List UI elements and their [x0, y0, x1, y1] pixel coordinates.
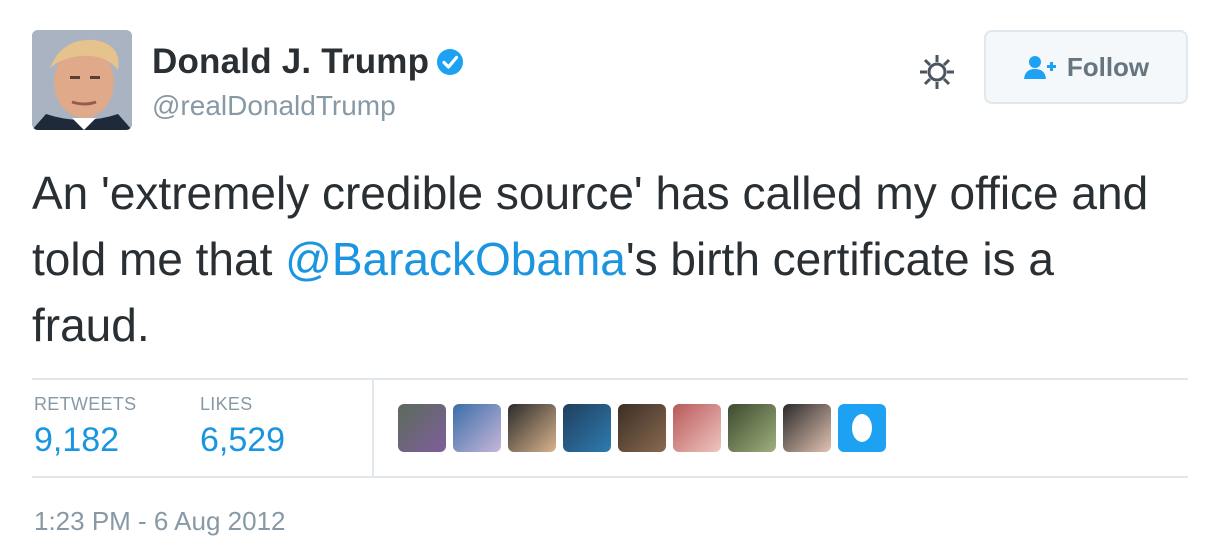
liker-avatar[interactable] [508, 404, 556, 452]
tweet-text: An 'extremely credible source' has calle… [32, 160, 1182, 358]
divider-top [32, 378, 1188, 380]
likes-label: LIKES [200, 394, 253, 414]
display-name[interactable]: Donald J. Trump [152, 42, 429, 82]
liker-avatar[interactable] [673, 404, 721, 452]
liker-avatar[interactable] [728, 404, 776, 452]
divider-bottom [32, 476, 1188, 478]
liker-avatar[interactable] [783, 404, 831, 452]
likes-count: 6,529 [200, 421, 286, 459]
tweet-timestamp[interactable]: 1:23 PM - 6 Aug 2012 [34, 506, 286, 537]
mention-link[interactable]: @BarackObama [285, 233, 626, 285]
liker-avatar[interactable] [398, 404, 446, 452]
retweets-stat[interactable]: RETWEETS 9,182 [34, 394, 136, 460]
likes-stat[interactable]: LIKES 6,529 [200, 394, 285, 460]
stats-divider [372, 380, 374, 476]
user-handle[interactable]: @realDonaldTrump [152, 90, 396, 122]
liker-avatar[interactable] [618, 404, 666, 452]
follow-label: Follow [1066, 51, 1150, 82]
retweets-count: 9,182 [34, 421, 120, 459]
liker-avatar[interactable] [563, 404, 611, 452]
follow-button[interactable]: Follow [984, 30, 1188, 104]
likers-list [398, 404, 886, 452]
name-row: Donald J. Trump [152, 42, 465, 82]
retweets-label: RETWEETS [34, 394, 137, 414]
tweet-header: Donald J. Trump @realDonaldTrump Follow [32, 30, 1188, 132]
add-user-icon [1023, 56, 1056, 79]
liker-avatar[interactable] [453, 404, 501, 452]
verified-badge-icon [437, 49, 464, 75]
more-likers-icon[interactable] [838, 404, 886, 452]
gear-icon[interactable] [917, 52, 957, 92]
avatar[interactable] [32, 30, 132, 130]
